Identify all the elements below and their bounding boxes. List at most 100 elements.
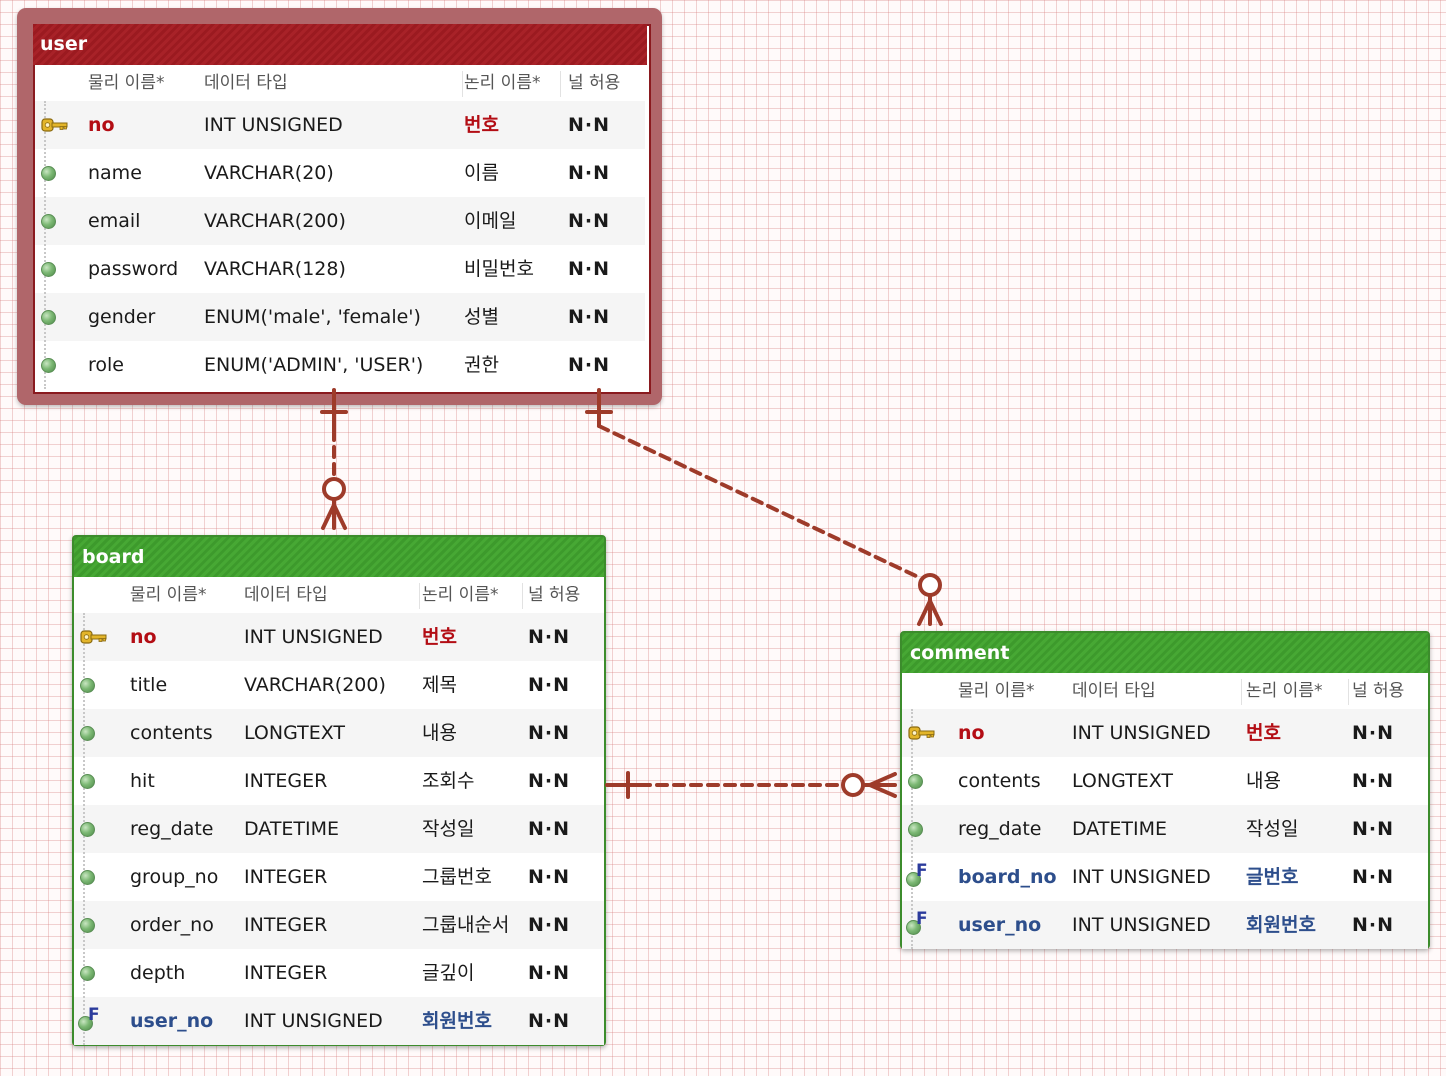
crow-foot-right <box>928 599 943 626</box>
column-data-type: DATETIME <box>1072 818 1168 840</box>
entity-title-board[interactable]: board <box>74 537 604 577</box>
relationship-board-comment[interactable] <box>605 771 897 799</box>
column-row-hit[interactable]: hit INTEGER 조회수 N·N <box>74 757 604 805</box>
column-physical-name: reg_date <box>958 818 1042 840</box>
crow-foot-bottom <box>868 783 897 798</box>
column-row-title[interactable]: title VARCHAR(200) 제목 N·N <box>74 661 604 709</box>
column-nullable: N·N <box>568 210 611 232</box>
column-physical-name: no <box>958 722 985 744</box>
column-nullable: N·N <box>1352 866 1395 888</box>
column-data-type: INT UNSIGNED <box>244 626 383 648</box>
column-logical-name: 회원번호 <box>1246 914 1316 936</box>
column-physical-name: board_no <box>958 866 1057 888</box>
column-physical-name: role <box>88 354 124 376</box>
crow-foot-left <box>321 503 336 530</box>
column-logical-name: 작성일 <box>1246 818 1299 840</box>
column-physical-name: order_no <box>130 914 214 936</box>
column-row-user_no[interactable]: Fuser_no INT UNSIGNED 회원번호 N·N <box>74 997 604 1045</box>
column-icon <box>905 772 927 792</box>
column-logical-name: 작성일 <box>422 818 475 840</box>
header-nullable: 널 허용 <box>568 73 621 93</box>
columns-list: no INT UNSIGNED 번호 N·N name VARCHAR(20) 이름 N·N e… <box>35 101 645 389</box>
column-row-contents[interactable]: contents LONGTEXT 내용 N·N <box>902 757 1428 805</box>
primary-key-icon <box>41 117 68 137</box>
entity-body-board: 물리 이름* 데이터 타입 논리 이름* 널 허용 no INT UNSIGNED… <box>74 577 604 1045</box>
column-icon <box>38 356 60 376</box>
column-nullable: N·N <box>528 1010 571 1032</box>
header-data-type: 데이터 타입 <box>204 73 288 93</box>
column-row-no[interactable]: no INT UNSIGNED 번호 N·N <box>74 613 604 661</box>
header-physical-name: 물리 이름* <box>958 681 1035 701</box>
column-nullable: N·N <box>528 962 571 984</box>
column-row-email[interactable]: email VARCHAR(200) 이메일 N·N <box>35 197 645 245</box>
column-icon <box>77 724 99 744</box>
column-row-reg_date[interactable]: reg_date DATETIME 작성일 N·N <box>902 805 1428 853</box>
column-logical-name: 글번호 <box>1246 866 1299 888</box>
column-data-type: DATETIME <box>244 818 340 840</box>
column-physical-name: reg_date <box>130 818 214 840</box>
entity-body-user: 물리 이름* 데이터 타입 논리 이름* 널 허용 no INT UNSIGNED… <box>35 65 645 389</box>
relationship-user-board[interactable] <box>320 388 348 530</box>
column-icon <box>38 164 60 184</box>
entity-title-comment[interactable]: comment <box>902 633 1428 673</box>
column-logical-name: 그룹번호 <box>422 866 492 888</box>
header-physical-name: 물리 이름* <box>130 585 207 605</box>
column-row-contents[interactable]: contents LONGTEXT 내용 N·N <box>74 709 604 757</box>
column-data-type: INT UNSIGNED <box>1072 722 1211 744</box>
column-physical-name: user_no <box>130 1010 214 1032</box>
header-data-type: 데이터 타입 <box>1072 681 1156 701</box>
column-data-type: INTEGER <box>244 914 328 936</box>
column-icon <box>38 260 60 280</box>
column-physical-name: contents <box>130 722 213 744</box>
column-row-role[interactable]: role ENUM('ADMIN', 'USER') 권한 N·N <box>35 341 645 389</box>
column-row-reg_date[interactable]: reg_date DATETIME 작성일 N·N <box>74 805 604 853</box>
column-row-name[interactable]: name VARCHAR(20) 이름 N·N <box>35 149 645 197</box>
column-data-type: ENUM('male', 'female') <box>204 306 421 328</box>
column-physical-name: group_no <box>130 866 219 888</box>
column-logical-name: 번호 <box>464 114 499 136</box>
column-icon <box>77 772 99 792</box>
column-physical-name: contents <box>958 770 1041 792</box>
header-separator <box>1241 679 1242 705</box>
column-header-row: 물리 이름* 데이터 타입 논리 이름* 널 허용 <box>74 577 604 613</box>
entity-board[interactable]: board 물리 이름* 데이터 타입 논리 이름* 널 허용 no INT UN… <box>72 535 606 1046</box>
column-row-no[interactable]: no INT UNSIGNED 번호 N·N <box>35 101 645 149</box>
column-logical-name: 번호 <box>1246 722 1281 744</box>
relationship-line-dashed <box>597 424 918 578</box>
column-header-row: 물리 이름* 데이터 타입 논리 이름* 널 허용 <box>902 673 1428 709</box>
column-icon <box>77 964 99 984</box>
entity-title-user[interactable]: user <box>33 24 647 65</box>
entity-user[interactable]: user 물리 이름* 데이터 타입 논리 이름* 널 허용 no INT UNS… <box>17 8 662 405</box>
columns-list: no INT UNSIGNED 번호 N·N title VARCHAR(200) 제목 N·… <box>74 613 604 1045</box>
column-row-depth[interactable]: depth INTEGER 글깊이 N·N <box>74 949 604 997</box>
foreign-key-icon: F <box>905 911 928 936</box>
column-data-type: INT UNSIGNED <box>204 114 343 136</box>
cardinality-zero-circle <box>918 573 942 597</box>
column-header-row: 물리 이름* 데이터 타입 논리 이름* 널 허용 <box>35 65 645 101</box>
crow-foot-left <box>917 599 932 626</box>
column-data-type: VARCHAR(20) <box>204 162 334 184</box>
column-data-type: VARCHAR(200) <box>244 674 386 696</box>
column-logical-name: 번호 <box>422 626 457 648</box>
column-icon <box>77 676 99 696</box>
column-data-type: INT UNSIGNED <box>244 1010 383 1032</box>
column-row-group_no[interactable]: group_no INTEGER 그룹번호 N·N <box>74 853 604 901</box>
entity-comment[interactable]: comment 물리 이름* 데이터 타입 논리 이름* 널 허용 no INT … <box>900 631 1430 949</box>
column-logical-name: 내용 <box>1246 770 1281 792</box>
column-row-password[interactable]: password VARCHAR(128) 비밀번호 N·N <box>35 245 645 293</box>
column-physical-name: no <box>88 114 115 136</box>
column-nullable: N·N <box>568 114 611 136</box>
column-nullable: N·N <box>528 866 571 888</box>
column-row-no[interactable]: no INT UNSIGNED 번호 N·N <box>902 709 1428 757</box>
column-row-user_no[interactable]: Fuser_no INT UNSIGNED 회원번호 N·N <box>902 901 1428 949</box>
relationship-user-comment[interactable] <box>585 388 943 626</box>
column-physical-name: name <box>88 162 142 184</box>
column-row-gender[interactable]: gender ENUM('male', 'female') 성별 N·N <box>35 293 645 341</box>
column-nullable: N·N <box>528 722 571 744</box>
column-row-order_no[interactable]: order_no INTEGER 그룹내순서 N·N <box>74 901 604 949</box>
column-data-type: LONGTEXT <box>1072 770 1174 792</box>
column-physical-name: password <box>88 258 179 280</box>
column-row-board_no[interactable]: Fboard_no INT UNSIGNED 글번호 N·N <box>902 853 1428 901</box>
header-separator <box>522 583 523 609</box>
column-logical-name: 회원번호 <box>422 1010 492 1032</box>
